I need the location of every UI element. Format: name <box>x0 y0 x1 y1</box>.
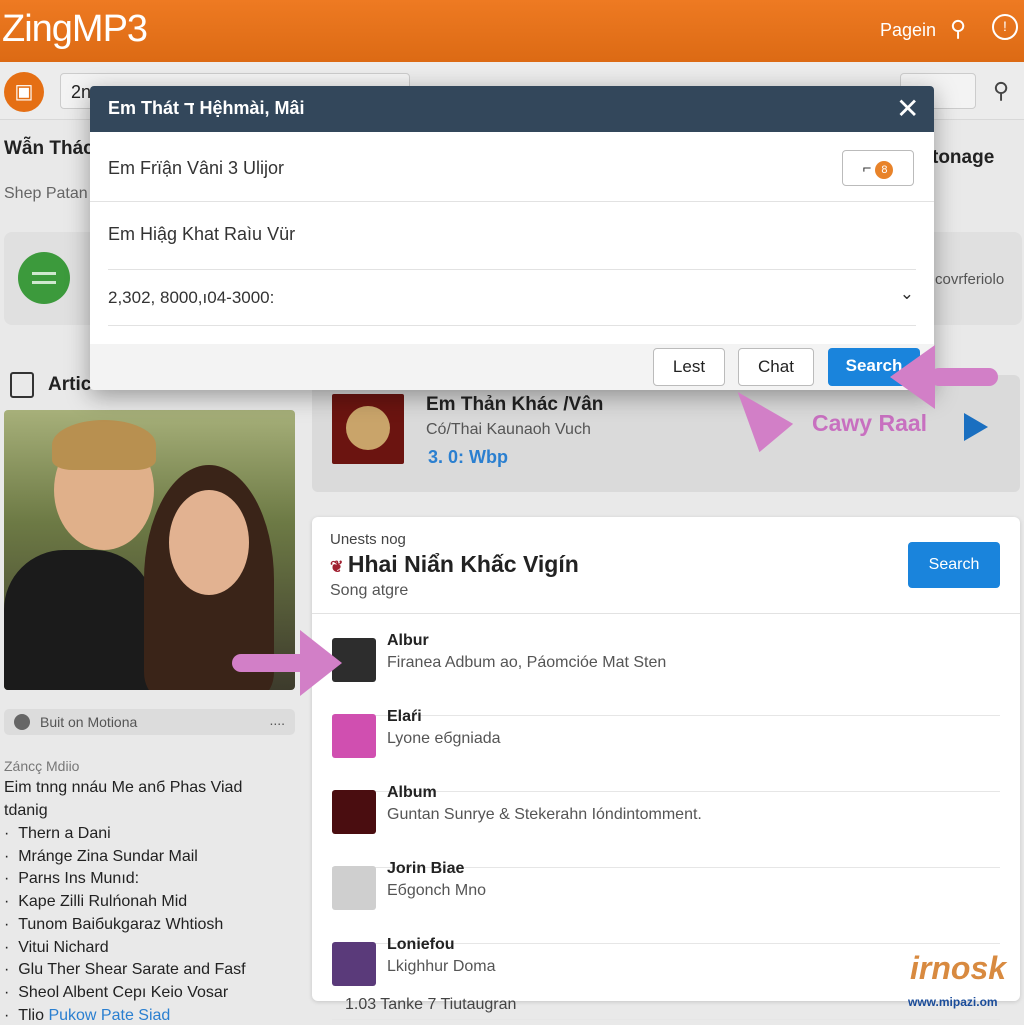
clipboard-icon <box>10 372 34 398</box>
sidebar-text-2: tdanig <box>4 802 48 819</box>
modal-footer: Lest Chat Search <box>90 344 934 390</box>
song-subtitle: Lkighhur Doma <box>387 958 496 975</box>
app-header: ZingMP3 Pagein ⚲ ! <box>0 0 1024 62</box>
search-icon[interactable]: ⚲ <box>950 16 966 42</box>
song-row[interactable]: Album Guntan Sunrye & Stekerahn Ióndintom… <box>332 784 1000 868</box>
page-link[interactable]: Pagein <box>880 20 936 41</box>
song-row[interactable]: Jorin Biae Eбgonch Mno <box>332 860 1000 944</box>
song-title: Album <box>387 784 437 801</box>
album-art <box>332 394 404 464</box>
field-action-button[interactable]: ⌐ 8 <box>842 150 914 186</box>
close-icon[interactable]: ✕ <box>896 92 919 125</box>
song-row[interactable]: Albur Firanea Adbum ao, Páomcióe Mat Sten <box>332 632 1000 716</box>
modal-select[interactable]: 2,302, 8000,ı04-3000: ⌄ <box>108 270 916 326</box>
list-item: · Sheol Albent Cepı Keio Vosar <box>4 983 229 1001</box>
song-subtitle: Firanea Adbum ao, Páomcióe Mat Sten <box>387 654 667 671</box>
list-link[interactable]: Pukow Pate Siad <box>48 1007 170 1024</box>
upload-icon[interactable]: ▣ <box>4 72 44 112</box>
song-title: Elaŕi <box>387 708 422 725</box>
list-item: · Mrángе Zina Sundar Mail <box>4 847 198 865</box>
song-thumbnail <box>332 790 376 834</box>
annotation-arrow <box>930 368 998 386</box>
key-icon[interactable]: ⚲ <box>993 78 1009 104</box>
list-item: · Glu Ther Shear Sarate and Fasf <box>4 961 246 979</box>
track-title: Em Thản Khác /Vân <box>426 394 604 415</box>
list-item: · Thern a Dani <box>4 825 111 842</box>
watermark-logo: irnosk <box>910 950 1007 986</box>
list-item: · Tlio Pukow Pate Siad <box>4 1007 171 1024</box>
song-subtitle: Lyone eбgniada <box>387 730 501 747</box>
list-item: · Vitui Nichard <box>4 938 109 956</box>
modal-dialog: Em Thát ד Hệhmài, Mâi ✕ Em Frїận Vâni 3 … <box>90 86 934 390</box>
song-title: Jorin Biae <box>387 860 465 877</box>
song-thumbnail <box>332 942 376 986</box>
section-subheading: Shep Patan <box>4 185 88 202</box>
song-subtitle: Guntan Sunrye & Stekerahn Ióndintomment. <box>387 806 702 823</box>
watermark-url: www.mipazi.om <box>908 995 998 1009</box>
play-icon[interactable] <box>964 413 988 441</box>
modal-title: Em Thát ד Hệhmài, Mâi <box>90 86 934 132</box>
song-thumbnail <box>332 714 376 758</box>
logo[interactable]: ZingMP3 <box>2 8 148 51</box>
track-tag: Cawy Raal <box>812 410 928 436</box>
footer-text: 1.03 Tanke 7 Tiutaugran <box>345 996 517 1013</box>
chevron-down-icon: ⌄ <box>899 284 914 303</box>
song-subtitle: Eбgonch Mno <box>387 882 486 899</box>
sidebar-label: Záncç Mdiio <box>4 758 80 774</box>
song-title: Albur <box>387 632 429 649</box>
modal-field-1[interactable]: Em Frїận Vâni 3 Ulijor ⌐ 8 <box>90 132 934 202</box>
song-row[interactable]: Elaŕi Lyone eбgniada <box>332 708 1000 792</box>
right-heading: tonage <box>932 147 995 168</box>
status-badge[interactable]: Buit on Motiona .... <box>4 709 295 735</box>
track-meta: 3. 0: Wbp <box>428 447 508 467</box>
sidebar-text: Eim tnng nnáu Me anб Phas Viad <box>4 779 243 796</box>
lest-button[interactable]: Lest <box>653 348 725 386</box>
panel-kicker: Unests nog <box>330 531 406 548</box>
chat-button[interactable]: Chat <box>738 348 814 386</box>
search-button[interactable]: Search <box>908 542 1000 588</box>
logo-icon: ❦ <box>330 559 348 576</box>
annotation-arrow-head <box>890 345 935 409</box>
user-icon <box>14 714 30 730</box>
power-icon[interactable]: ! <box>992 14 1018 40</box>
list-item: · Tunom Baiбukgaraz Whtiosh <box>4 915 224 933</box>
artist-photo[interactable] <box>4 410 295 690</box>
badge-label: Buit on Motiona <box>40 714 138 730</box>
menu-icon[interactable] <box>18 252 70 304</box>
list-item: · Kape Zilli Rulńonah Mid <box>4 893 188 911</box>
annotation-arrow-head <box>300 630 342 696</box>
song-thumbnail <box>332 866 376 910</box>
card-right-text: covrferiolo <box>935 271 1005 288</box>
list-item: · Parнs Ins Munıd: <box>4 870 140 888</box>
track-artist: Có/Thai Kaunaoh Vuch <box>426 421 591 438</box>
panel-subtitle: Song atgre <box>330 582 409 599</box>
more-icon[interactable]: .... <box>269 712 285 728</box>
modal-field-2[interactable]: Em Hiậg Khat Raìu Vür <box>108 202 916 270</box>
song-title: Loniefou <box>387 936 455 953</box>
panel-title: ❦ Hhai Niẩn Khấc Vigín <box>330 551 579 577</box>
section-heading: Wẫn Thác <box>4 138 94 159</box>
